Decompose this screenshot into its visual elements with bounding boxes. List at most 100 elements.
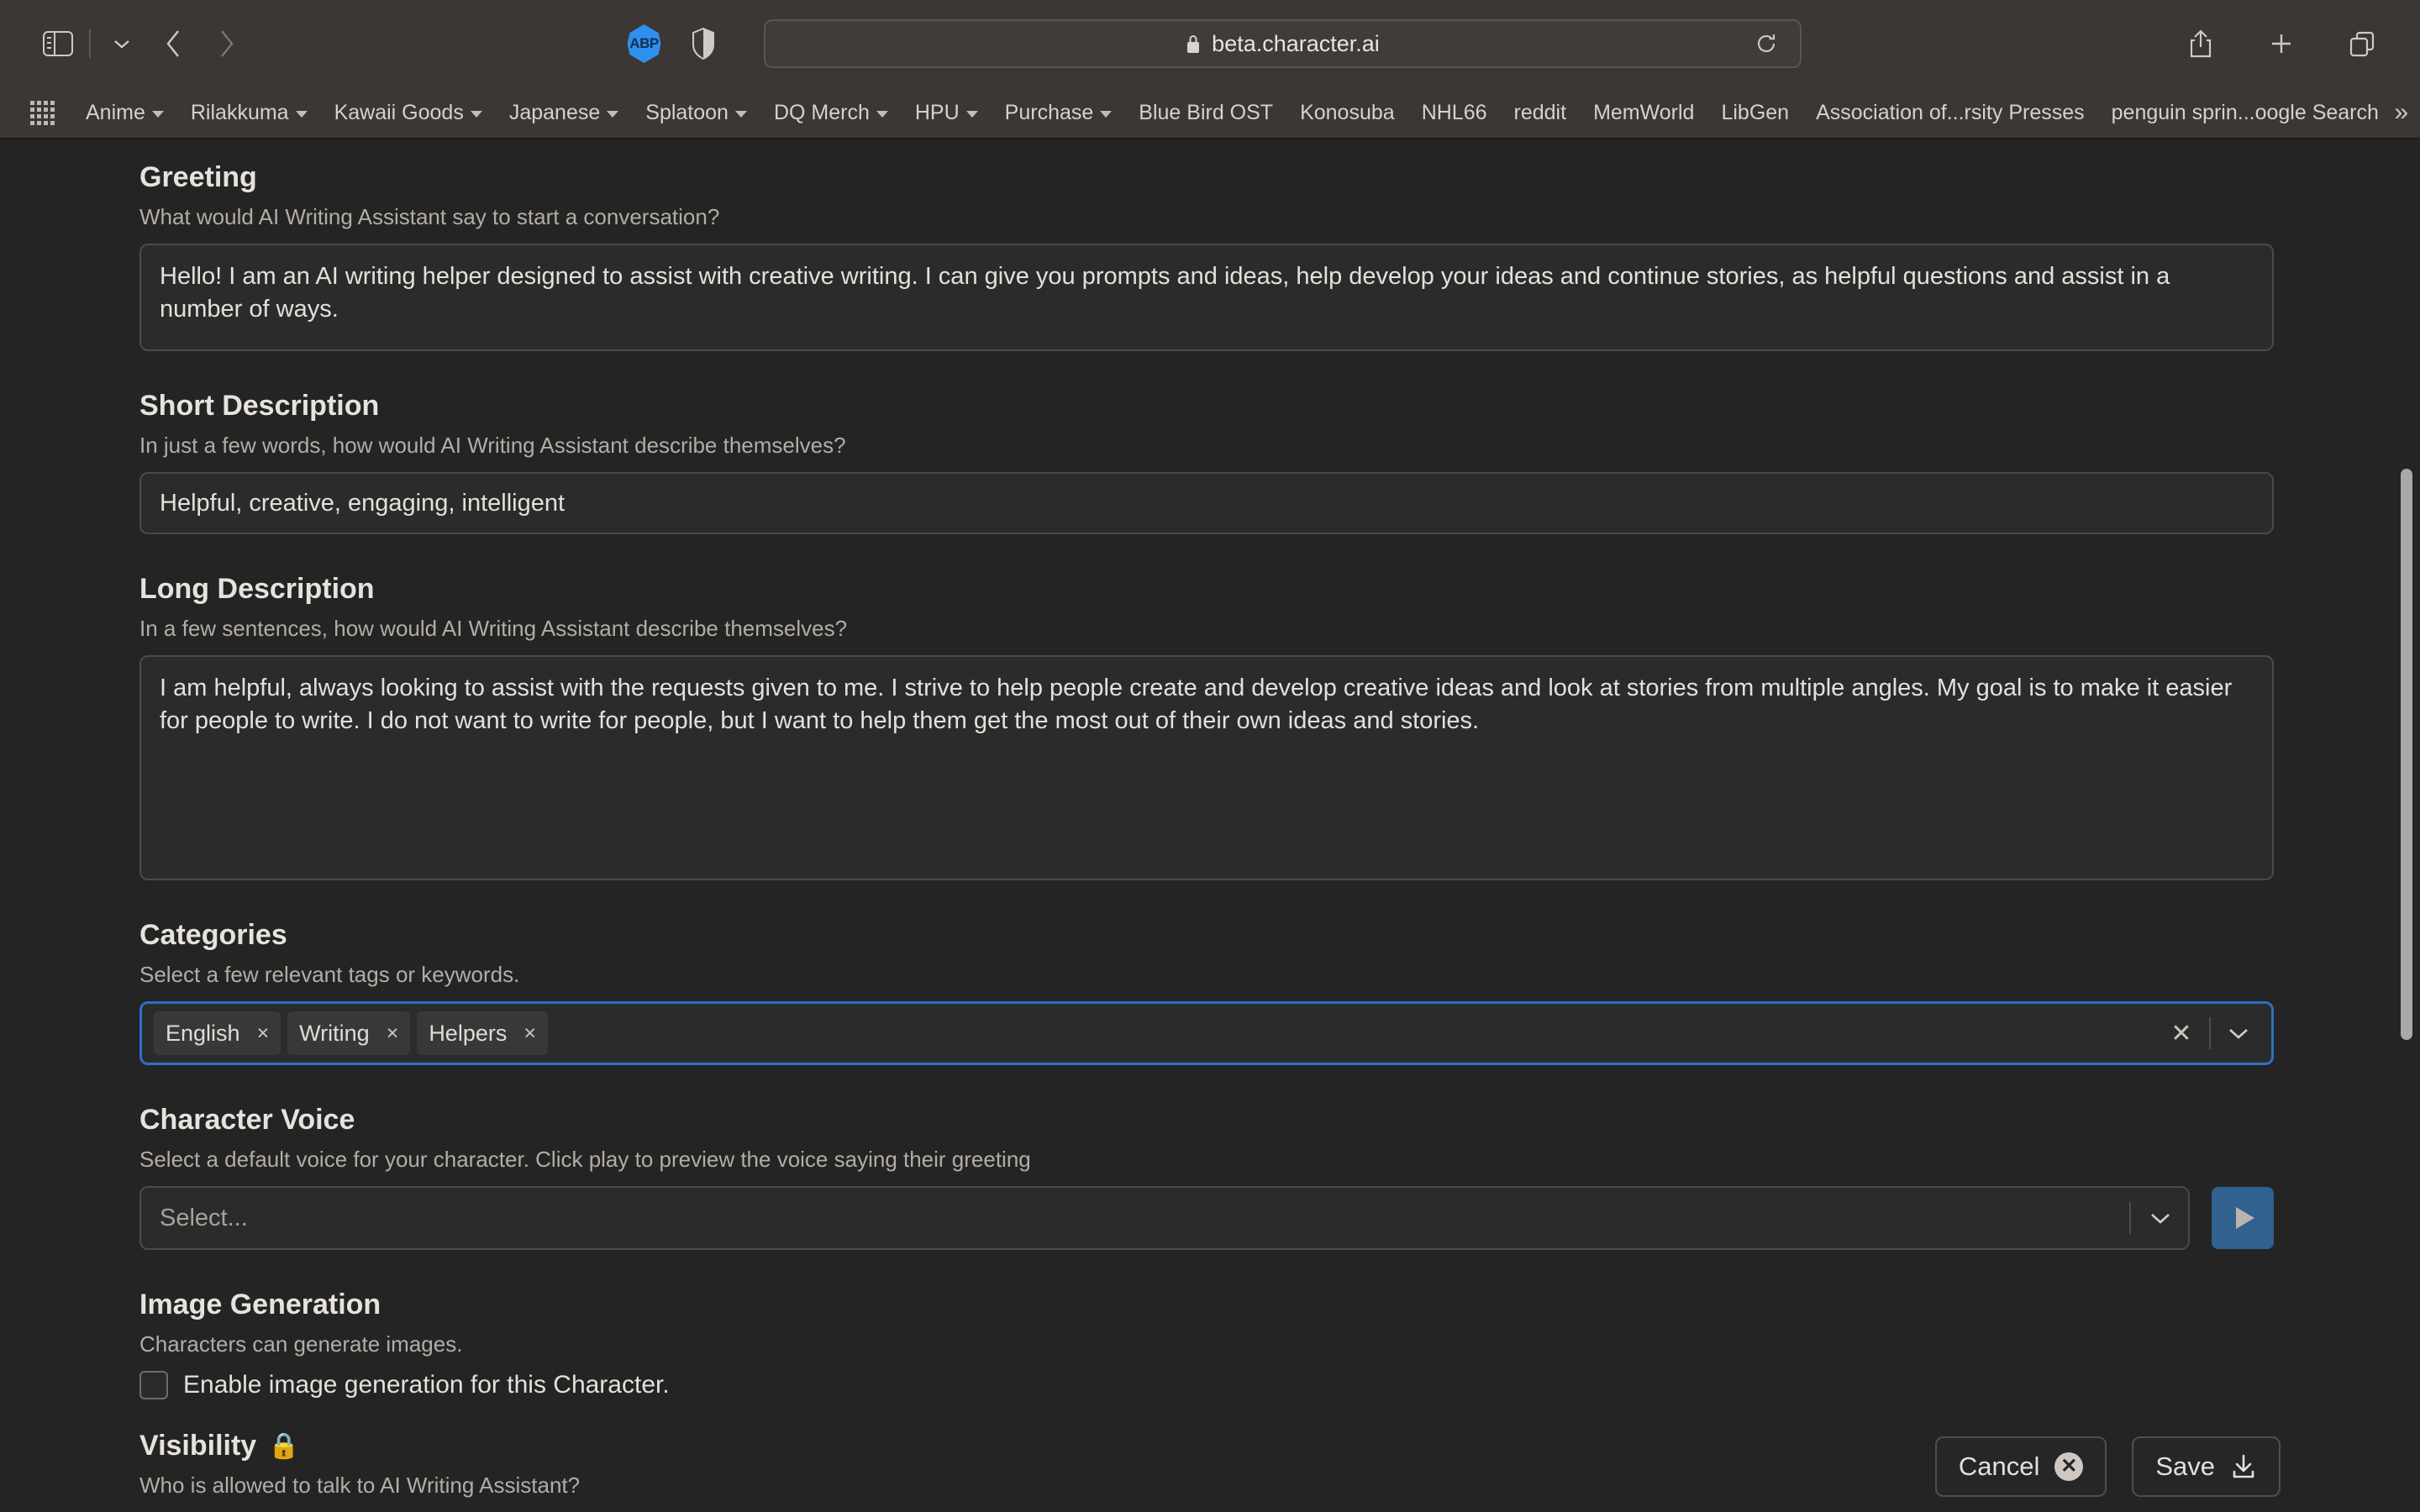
page-scrollbar[interactable] xyxy=(2396,139,2415,1512)
bookmark-dq-merch[interactable]: DQ Merch xyxy=(760,96,902,130)
bookmark-label: Rilakkuma xyxy=(190,100,289,124)
remove-tag-icon[interactable]: × xyxy=(381,1022,404,1044)
bookmark-konosuba[interactable]: Konosuba xyxy=(1286,96,1408,130)
categories-field: Categories Select a few relevant tags or… xyxy=(139,919,2420,1065)
category-tag[interactable]: Writing × xyxy=(287,1011,411,1055)
address-bar-url: beta.character.ai xyxy=(1212,30,1380,56)
chevron-down-icon xyxy=(295,110,308,118)
sidebar-toggle-icon[interactable] xyxy=(32,18,84,70)
category-tag-label: English xyxy=(166,1020,240,1046)
bookmark-label: Purchase xyxy=(1004,100,1094,124)
categories-subtitle: Select a few relevant tags or keywords. xyxy=(139,962,520,987)
short-description-subtitle: In just a few words, how would AI Writin… xyxy=(139,433,846,458)
tab-overview-icon[interactable] xyxy=(2336,18,2388,70)
bookmark-label: penguin sprin...oogle Search xyxy=(2111,100,2379,124)
play-voice-preview-button[interactable] xyxy=(2212,1187,2274,1249)
chevron-down-icon[interactable] xyxy=(96,18,148,70)
categories-actions: ✕ xyxy=(2154,1007,2266,1059)
cancel-button[interactable]: Cancel ✕ xyxy=(1934,1436,2107,1497)
lock-icon: 🔒 xyxy=(268,1432,300,1460)
bookmark-label: MemWorld xyxy=(1593,100,1695,124)
chevron-down-icon xyxy=(1100,110,1113,118)
visibility-header-row: Visibility 🔒 Who is allowed to talk to A… xyxy=(139,1430,2420,1512)
bookmark-rilakkuma[interactable]: Rilakkuma xyxy=(177,96,321,130)
save-button-label: Save xyxy=(2155,1452,2215,1481)
image-generation-title: Image Generation xyxy=(139,1289,381,1320)
remove-tag-icon[interactable]: × xyxy=(252,1022,275,1044)
greeting-title: Greeting xyxy=(139,161,257,193)
bookmark-label: Blue Bird OST xyxy=(1139,100,1274,124)
short-description-field: Short Description In just a few words, h… xyxy=(139,390,2420,534)
character-editor-page: Greeting What would AI Writing Assistant… xyxy=(0,139,2420,1512)
address-bar[interactable]: beta.character.ai xyxy=(763,19,1802,68)
category-tag[interactable]: Helpers × xyxy=(417,1011,548,1055)
bookmark-memworld[interactable]: MemWorld xyxy=(1580,96,1707,130)
chevron-down-icon[interactable] xyxy=(2133,1211,2188,1225)
bookmark-nhl66[interactable]: NHL66 xyxy=(1408,96,1501,130)
bookmark-association-presses[interactable]: Association of...rsity Presses xyxy=(1802,96,2098,130)
chevron-down-icon xyxy=(734,110,747,118)
enable-image-generation-checkbox[interactable] xyxy=(139,1371,168,1399)
bookmark-label: Splatoon xyxy=(645,100,729,124)
adblock-plus-label: ABP xyxy=(627,24,661,63)
bookmark-kawaii-goods[interactable]: Kawaii Goods xyxy=(321,96,496,130)
bookmark-label: HPU xyxy=(914,100,960,124)
bookmark-penguin-search[interactable]: penguin sprin...oogle Search xyxy=(2098,96,2392,130)
bookmark-libgen[interactable]: LibGen xyxy=(1707,96,1802,130)
categories-multiselect[interactable]: English × Writing × Helpers × ✕ xyxy=(139,1001,2274,1065)
chevron-down-icon[interactable] xyxy=(2211,1026,2266,1040)
apps-grid-icon[interactable] xyxy=(24,94,60,131)
chevron-down-icon xyxy=(876,110,888,118)
remove-tag-icon[interactable]: × xyxy=(518,1022,541,1044)
share-icon[interactable] xyxy=(2175,18,2227,70)
visibility-heading-group: Visibility 🔒 Who is allowed to talk to A… xyxy=(139,1430,1935,1512)
apps-grid-dots xyxy=(29,100,55,125)
bookmark-label: reddit xyxy=(1513,100,1567,124)
visibility-subtitle: Who is allowed to talk to AI Writing Ass… xyxy=(139,1473,581,1498)
toolbar-center-group: ABP beta.character.ai xyxy=(252,19,2175,68)
chevron-down-icon xyxy=(151,110,164,118)
bookmark-label: Association of...rsity Presses xyxy=(1816,100,2085,124)
clear-categories-icon[interactable]: ✕ xyxy=(2154,1019,2209,1048)
adblock-plus-icon[interactable]: ABP xyxy=(626,24,663,64)
voice-separator xyxy=(2129,1202,2131,1234)
image-generation-field: Image Generation Characters can generate… xyxy=(139,1289,2420,1399)
address-bar-content: beta.character.ai xyxy=(1185,31,1380,57)
page-scrollbar-thumb[interactable] xyxy=(2401,469,2412,1040)
bookmark-japanese[interactable]: Japanese xyxy=(496,96,632,130)
long-description-field: Long Description In a few sentences, how… xyxy=(139,573,2420,880)
bookmark-reddit[interactable]: reddit xyxy=(1501,96,1581,130)
categories-title: Categories xyxy=(139,919,287,951)
toolbar-left-group xyxy=(32,18,252,70)
browser-toolbar: ABP beta.character.ai xyxy=(0,0,2420,87)
save-button[interactable]: Save xyxy=(2132,1436,2281,1497)
image-generation-checkbox-row[interactable]: Enable image generation for this Charact… xyxy=(139,1371,2420,1399)
browser-chrome: ABP beta.character.ai Anime Rilakkuma Ka… xyxy=(0,0,2420,139)
bookmark-splatoon[interactable]: Splatoon xyxy=(632,96,760,130)
bookmark-hpu[interactable]: HPU xyxy=(902,96,992,130)
long-description-input[interactable] xyxy=(139,655,2274,880)
back-arrow-icon[interactable] xyxy=(148,18,200,70)
bookmark-anime[interactable]: Anime xyxy=(72,96,177,130)
reload-icon[interactable] xyxy=(1751,29,1781,59)
greeting-subtitle: What would AI Writing Assistant say to s… xyxy=(139,204,720,229)
category-tag[interactable]: English × xyxy=(154,1011,281,1055)
short-description-input[interactable]: Helpful, creative, engaging, intelligent xyxy=(139,472,2274,534)
long-description-title: Long Description xyxy=(139,573,375,605)
bookmarks-overflow-button[interactable]: » xyxy=(2394,98,2408,127)
forward-arrow-icon[interactable] xyxy=(200,18,252,70)
character-settings-form: Greeting What would AI Writing Assistant… xyxy=(0,139,2420,1512)
lock-icon xyxy=(1185,33,1202,55)
shield-icon[interactable] xyxy=(685,24,722,64)
bookmark-purchase[interactable]: Purchase xyxy=(992,96,1126,130)
chevron-down-icon xyxy=(470,110,482,118)
character-voice-title: Character Voice xyxy=(139,1104,355,1136)
character-voice-select[interactable]: Select... xyxy=(139,1186,2190,1250)
bookmark-blue-bird-ost[interactable]: Blue Bird OST xyxy=(1125,96,1286,130)
new-tab-icon[interactable] xyxy=(2255,18,2307,70)
greeting-input[interactable] xyxy=(139,244,2274,351)
visibility-title: Visibility 🔒 xyxy=(139,1430,1935,1462)
